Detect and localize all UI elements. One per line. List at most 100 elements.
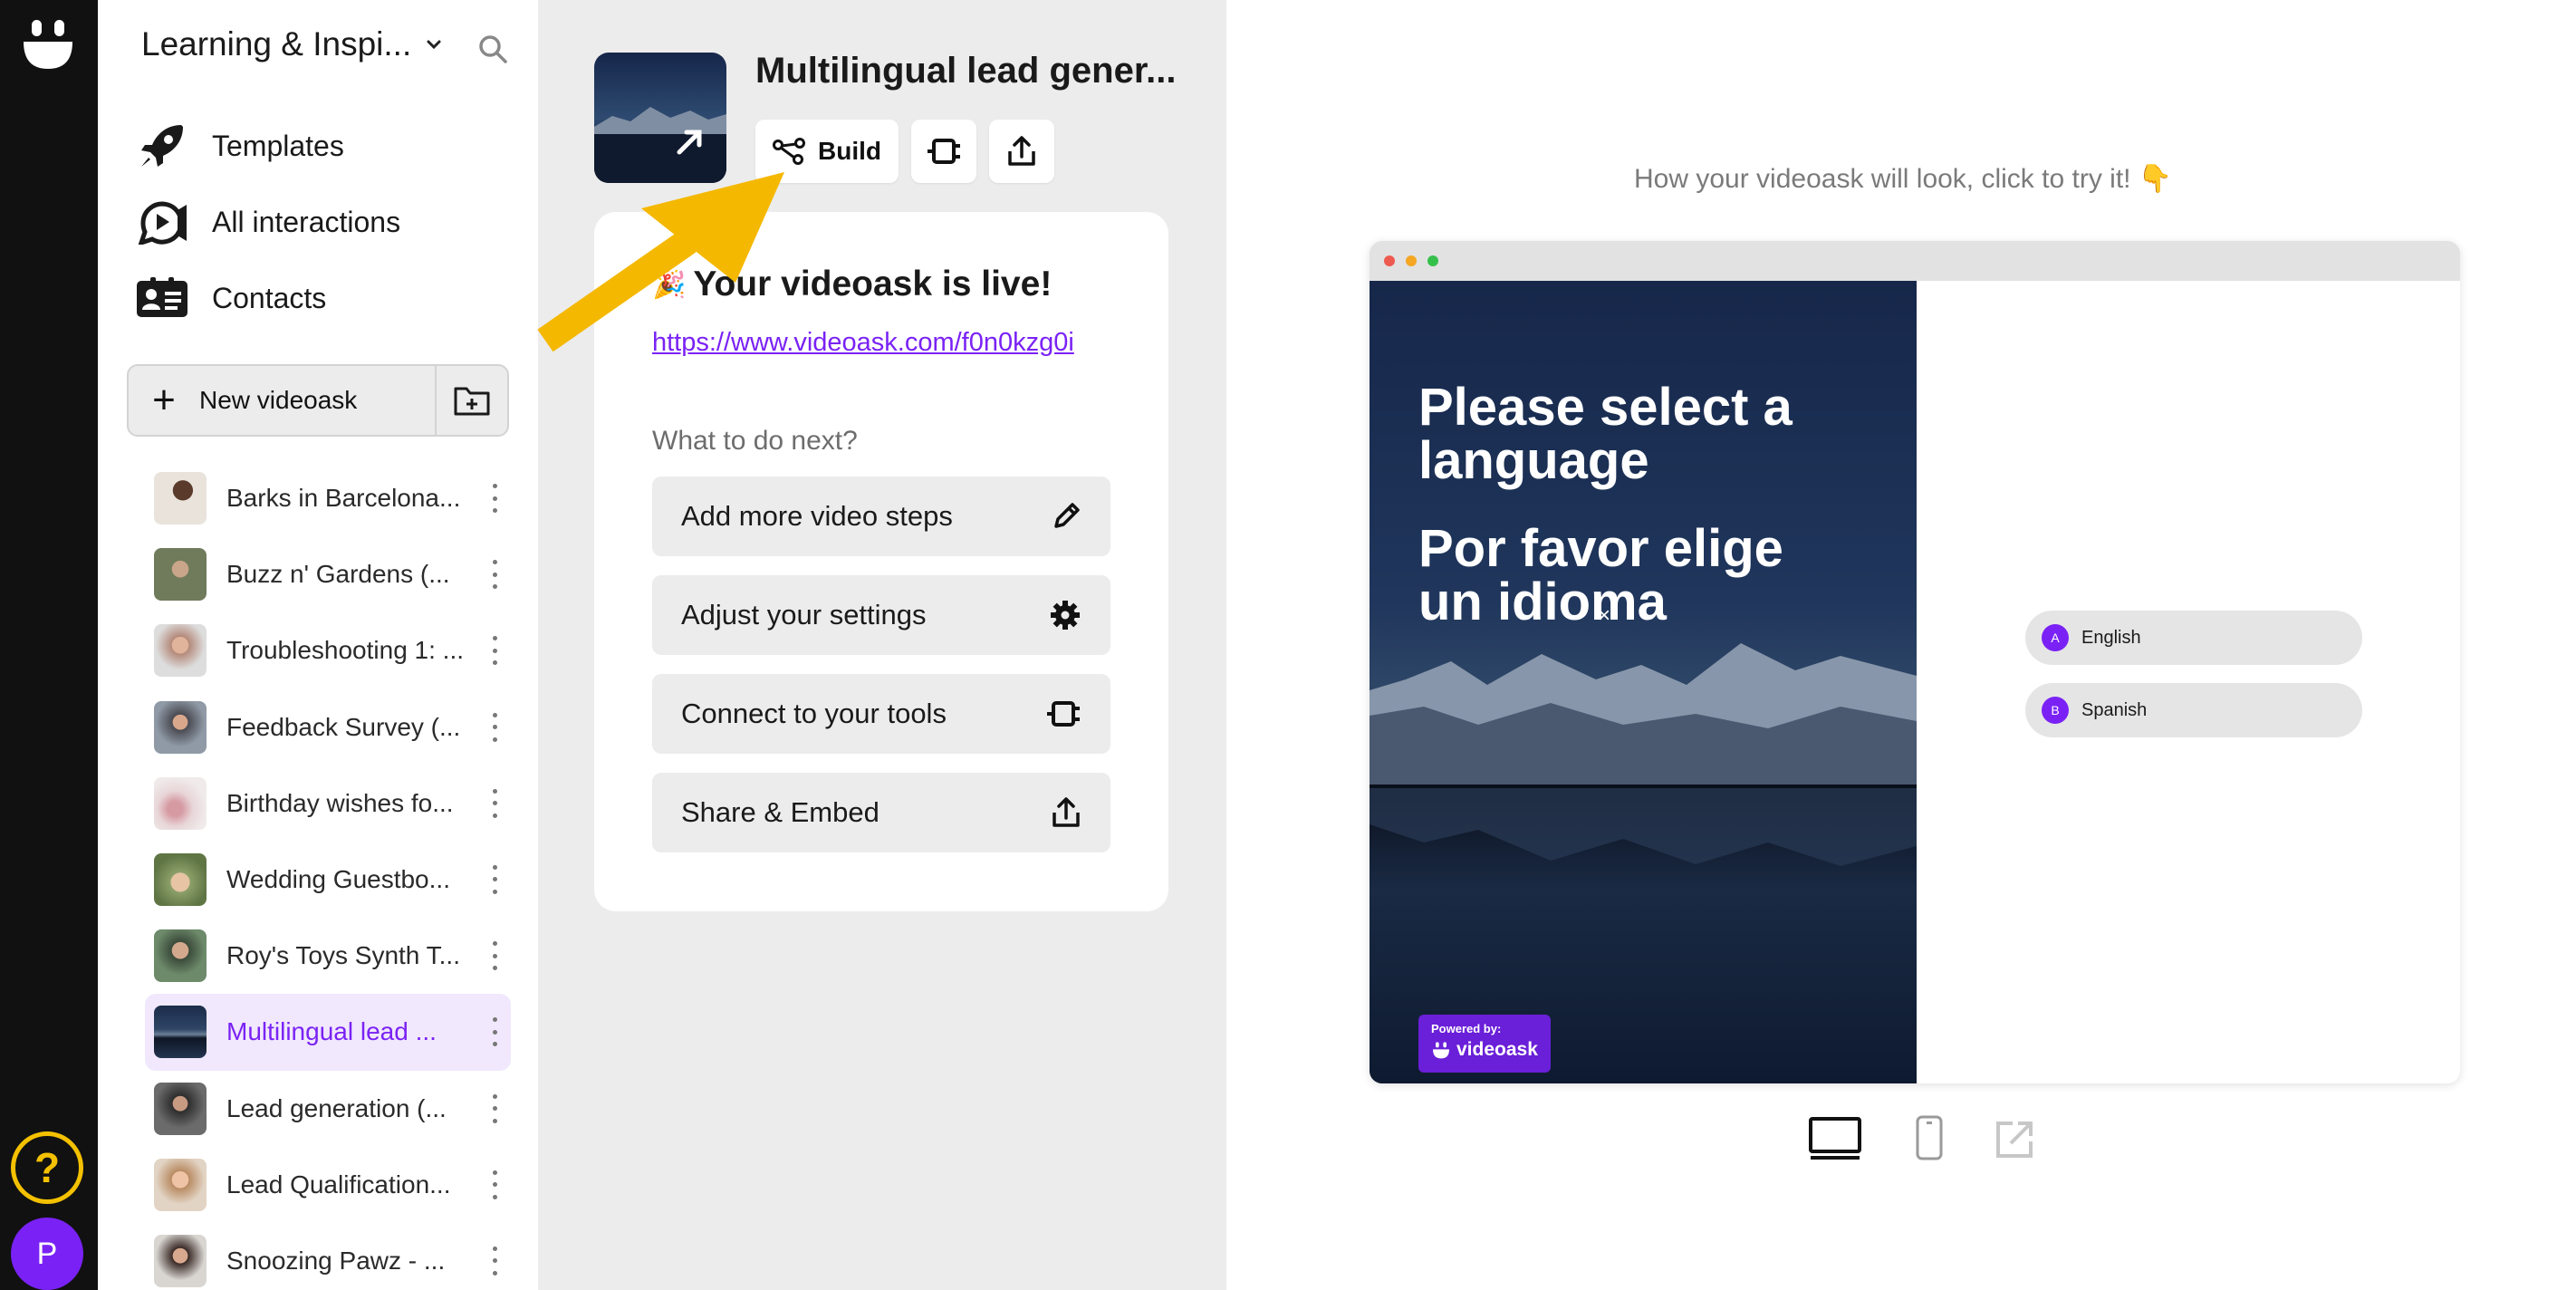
- more-options-icon[interactable]: [491, 560, 498, 590]
- integrations-button[interactable]: [911, 120, 976, 183]
- list-item[interactable]: Wedding Guestbo...: [145, 842, 511, 918]
- preview-browser-window[interactable]: Please select a language Por favor elige u…: [1370, 241, 2460, 1083]
- add-video-steps-button[interactable]: Add more video steps: [652, 477, 1110, 556]
- more-options-icon[interactable]: [491, 941, 498, 971]
- videoask-title[interactable]: Multilingual lead gener...: [755, 51, 1177, 91]
- nav-all-interactions-label: All interactions: [212, 205, 401, 238]
- nav-templates-label: Templates: [212, 129, 344, 162]
- list-item[interactable]: Lead generation (...: [145, 1071, 511, 1147]
- videoask-thumbnail: [154, 853, 207, 907]
- list-item-label: Roy's Toys Synth T...: [226, 941, 460, 970]
- nav-all-interactions[interactable]: All interactions: [136, 197, 400, 246]
- list-item[interactable]: Roy's Toys Synth T...: [145, 918, 511, 994]
- list-item[interactable]: Birthday wishes fo...: [145, 765, 511, 842]
- list-item-label: Birthday wishes fo...: [226, 788, 454, 817]
- videoask-thumbnail: [154, 1234, 207, 1287]
- powered-by-label: Powered by:: [1431, 1022, 1502, 1035]
- annotation-arrow-icon: [537, 172, 784, 352]
- more-options-icon[interactable]: [491, 636, 498, 666]
- list-item-label: Lead generation (...: [226, 1093, 447, 1122]
- more-options-icon[interactable]: [491, 864, 498, 894]
- nav-templates[interactable]: Templates: [136, 121, 344, 170]
- videoask-thumbnail: [154, 1006, 207, 1059]
- brand-name: videoask: [1456, 1039, 1538, 1060]
- close-icon[interactable]: ×: [1598, 603, 1610, 629]
- more-options-icon[interactable]: [491, 484, 498, 513]
- window-close-dot: [1384, 255, 1395, 266]
- desktop-preview-icon[interactable]: [1808, 1116, 1862, 1161]
- list-item-label: Buzz n' Gardens (...: [226, 560, 450, 589]
- option-english-button[interactable]: A English: [2025, 611, 2362, 665]
- list-item[interactable]: Snoozing Pawz - ...: [145, 1223, 511, 1290]
- list-item-label: Troubleshooting 1: ...: [226, 636, 462, 665]
- mobile-preview-icon[interactable]: [1915, 1114, 1944, 1161]
- gear-icon: [1051, 601, 1080, 630]
- connect-tools-button[interactable]: Connect to your tools: [652, 674, 1110, 754]
- build-label: Build: [818, 137, 881, 165]
- powered-by-badge[interactable]: Powered by: videoask: [1418, 1015, 1551, 1073]
- workspace-selector[interactable]: Learning & Inspi...: [141, 25, 444, 63]
- next-steps-label: What to do next?: [652, 426, 858, 456]
- more-options-icon[interactable]: [491, 712, 498, 742]
- option-label: Spanish: [2081, 699, 2148, 720]
- app-rail: ? P: [0, 0, 98, 1290]
- videoask-thumbnail: [154, 548, 207, 602]
- videoask-logo-icon[interactable]: [20, 16, 76, 71]
- list-item[interactable]: Multilingual lead ...: [145, 994, 511, 1071]
- chevron-down-icon: [427, 40, 441, 50]
- plug-icon: [1047, 701, 1080, 727]
- share-embed-button[interactable]: Share & Embed: [652, 773, 1110, 852]
- list-item[interactable]: Troubleshooting 1: ...: [145, 612, 511, 688]
- video-bubble-icon: [136, 197, 188, 246]
- more-options-icon[interactable]: [491, 1246, 498, 1276]
- list-item-label: Multilingual lead ...: [226, 1017, 437, 1046]
- videoask-thumbnail: [154, 1158, 207, 1211]
- pencil-icon: [1054, 503, 1080, 528]
- option-label: English: [2081, 627, 2141, 648]
- more-options-icon[interactable]: [491, 1017, 498, 1047]
- new-folder-button[interactable]: [435, 366, 507, 435]
- new-videoask-button[interactable]: + New videoask: [127, 364, 509, 437]
- videoask-thumbnail: [154, 472, 207, 525]
- option-letter-badge: B: [2042, 697, 2069, 724]
- user-avatar[interactable]: P: [11, 1218, 83, 1290]
- action-label: Share & Embed: [681, 796, 879, 828]
- videoask-thumbnail: [154, 700, 207, 754]
- flow-nodes-icon: [773, 138, 805, 165]
- more-options-icon[interactable]: [491, 1093, 498, 1123]
- preview-hint: How your videoask will look, click to tr…: [1634, 164, 2173, 194]
- help-button[interactable]: ?: [11, 1131, 83, 1204]
- share-button[interactable]: [989, 120, 1054, 183]
- window-minimize-dot: [1406, 255, 1417, 266]
- browser-toolbar: [1370, 241, 2460, 281]
- nav-contacts[interactable]: Contacts: [136, 274, 326, 322]
- list-item[interactable]: Lead Qualification...: [145, 1147, 511, 1223]
- preview-video[interactable]: Please select a language Por favor elige u…: [1370, 281, 1917, 1083]
- more-options-icon[interactable]: [491, 1170, 498, 1199]
- nav-contacts-label: Contacts: [212, 281, 327, 314]
- search-icon[interactable]: [476, 33, 509, 65]
- more-options-icon[interactable]: [491, 788, 498, 818]
- option-spanish-button[interactable]: B Spanish: [2025, 683, 2362, 737]
- list-item-label: Barks in Barcelona...: [226, 484, 461, 513]
- open-external-icon[interactable]: [1993, 1118, 2036, 1161]
- list-item[interactable]: Barks in Barcelona...: [145, 460, 511, 536]
- list-item[interactable]: Buzz n' Gardens (...: [145, 536, 511, 612]
- list-item-label: Lead Qualification...: [226, 1170, 451, 1199]
- plug-icon: [928, 139, 960, 164]
- list-item-label: Feedback Survey (...: [226, 712, 461, 741]
- videoask-list: Barks in Barcelona... Buzz n' Gardens (.…: [145, 460, 511, 1290]
- share-icon: [1053, 797, 1080, 827]
- list-item-label: Snoozing Pawz - ...: [226, 1246, 446, 1275]
- list-item[interactable]: Feedback Survey (...: [145, 689, 511, 765]
- share-icon: [1008, 136, 1035, 166]
- sidebar: Learning & Inspi... Templates All intera…: [98, 0, 538, 1290]
- folder-plus-icon: [454, 387, 490, 416]
- videoask-logo-icon: [1433, 1042, 1449, 1059]
- adjust-settings-button[interactable]: Adjust your settings: [652, 575, 1110, 655]
- videoask-thumbnail: [154, 1082, 207, 1135]
- new-videoask-label: New videoask: [199, 386, 358, 414]
- videoask-thumbnail: [154, 624, 207, 678]
- action-label: Adjust your settings: [681, 599, 927, 631]
- question-text-english: Please select a language: [1418, 378, 1793, 491]
